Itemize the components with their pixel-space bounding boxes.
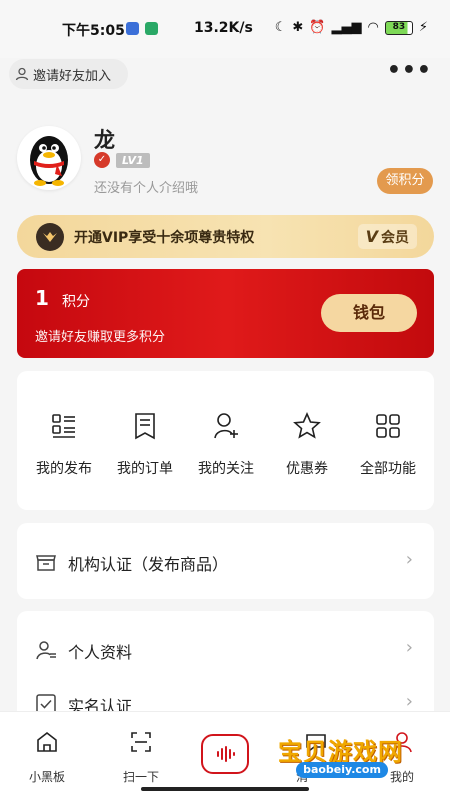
profile-icon (35, 639, 57, 661)
vip-v-icon: V (365, 227, 378, 246)
function-my-orders[interactable]: 我的订单 (104, 411, 186, 478)
moon-icon: ☾ (274, 20, 287, 35)
battery-icon: 83 (384, 20, 413, 35)
store-icon (35, 551, 57, 573)
points-subtitle: 邀请好友赚取更多积分 (35, 330, 166, 345)
order-icon (104, 411, 186, 441)
wifi-icon: ◠ (367, 20, 379, 35)
function-label: 我的关注 (198, 461, 254, 477)
tab-label: 扫一下 (122, 770, 159, 784)
list-icon (23, 411, 105, 441)
org-auth-row[interactable]: 机构认证（发布商品） › (17, 539, 434, 583)
penguin-avatar-icon (30, 136, 68, 186)
chevron-right-icon: › (405, 691, 413, 712)
more-dots-icon[interactable]: ••• (387, 58, 432, 83)
points-value: 1 (35, 286, 49, 310)
function-card: 我的发布 我的订单 我的关注 优惠券 全部功能 (17, 371, 434, 510)
status-notification-icons (126, 22, 158, 35)
vip-member-label: 会员 (381, 229, 409, 246)
watermark-url: baobeiy.com (296, 762, 388, 778)
home-indicator[interactable] (141, 787, 309, 791)
follow-user-icon (185, 411, 267, 441)
tab-scan[interactable]: 扫一下 (111, 730, 171, 785)
vip-member-tag: V 会员 (357, 224, 417, 249)
tab-blackboard[interactable]: 小黑板 (17, 730, 77, 785)
claim-points-button[interactable]: 领积分 (377, 168, 433, 194)
function-my-follows[interactable]: 我的关注 (185, 411, 267, 478)
function-label: 优惠券 (286, 461, 328, 477)
signal-icon: ▂▄▆ (331, 20, 362, 35)
vip-banner[interactable]: 开通VIP享受十余项尊贵特权 V 会员 (17, 215, 434, 258)
points-card: 1 积分 邀请好友赚取更多积分 钱包 (17, 269, 434, 358)
function-label: 我的发布 (36, 461, 92, 477)
chevron-right-icon: › (405, 549, 413, 570)
profile-info-row[interactable]: 个人资料 › (17, 627, 434, 671)
tab-label: 小黑板 (28, 770, 65, 784)
network-speed: 13.2K/s (194, 20, 253, 36)
wallet-button[interactable]: 钱包 (321, 294, 417, 332)
alarm-icon: ⏰ (309, 20, 326, 35)
function-coupons[interactable]: 优惠券 (266, 411, 348, 478)
function-label: 我的订单 (117, 461, 173, 477)
avatar[interactable] (17, 126, 81, 190)
profile-info-label: 个人资料 (68, 643, 133, 662)
org-auth-label: 机构认证（发布商品） (68, 555, 229, 574)
level-tag: LV1 (116, 152, 150, 168)
voice-icon (217, 746, 235, 762)
charging-icon: ⚡ (418, 20, 428, 35)
function-my-posts[interactable]: 我的发布 (23, 411, 105, 478)
app-notification-icon (126, 22, 139, 35)
org-auth-card: 机构认证（发布商品） › (17, 523, 434, 599)
person-icon (15, 67, 29, 81)
function-all[interactable]: 全部功能 (347, 411, 429, 478)
voice-button[interactable] (201, 734, 249, 774)
points-unit: 积分 (62, 294, 90, 310)
invite-friends-label: 邀请好友加入 (33, 68, 112, 84)
bluetooth-icon: ✱ (292, 20, 304, 35)
home-icon (17, 730, 77, 756)
profile-intro: 还没有个人介绍哦 (94, 181, 199, 196)
badge-row: ✓ LV1 (94, 152, 150, 168)
vip-crown-icon (36, 222, 64, 251)
profile-settings-card: 个人资料 › 实名认证 › (17, 611, 434, 721)
grid-icon (347, 411, 429, 441)
username: 龙 (94, 128, 115, 152)
status-bar: 下午5:05 13.2K/s ☾ ✱ ⏰ ▂▄▆ ◠ 83 ⚡ (0, 0, 450, 58)
status-time: 下午5:05 (62, 23, 125, 39)
verified-check-icon: ✓ (94, 152, 110, 168)
scan-icon (111, 730, 171, 756)
star-icon (266, 411, 348, 441)
chevron-right-icon: › (405, 637, 413, 658)
function-label: 全部功能 (360, 461, 416, 477)
shield-notification-icon (145, 22, 158, 35)
vip-text: 开通VIP享受十余项尊贵特权 (74, 229, 255, 246)
status-right-icons: ☾ ✱ ⏰ ▂▄▆ ◠ 83 ⚡ (275, 20, 428, 35)
invite-friends-button[interactable]: 邀请好友加入 (9, 59, 128, 89)
